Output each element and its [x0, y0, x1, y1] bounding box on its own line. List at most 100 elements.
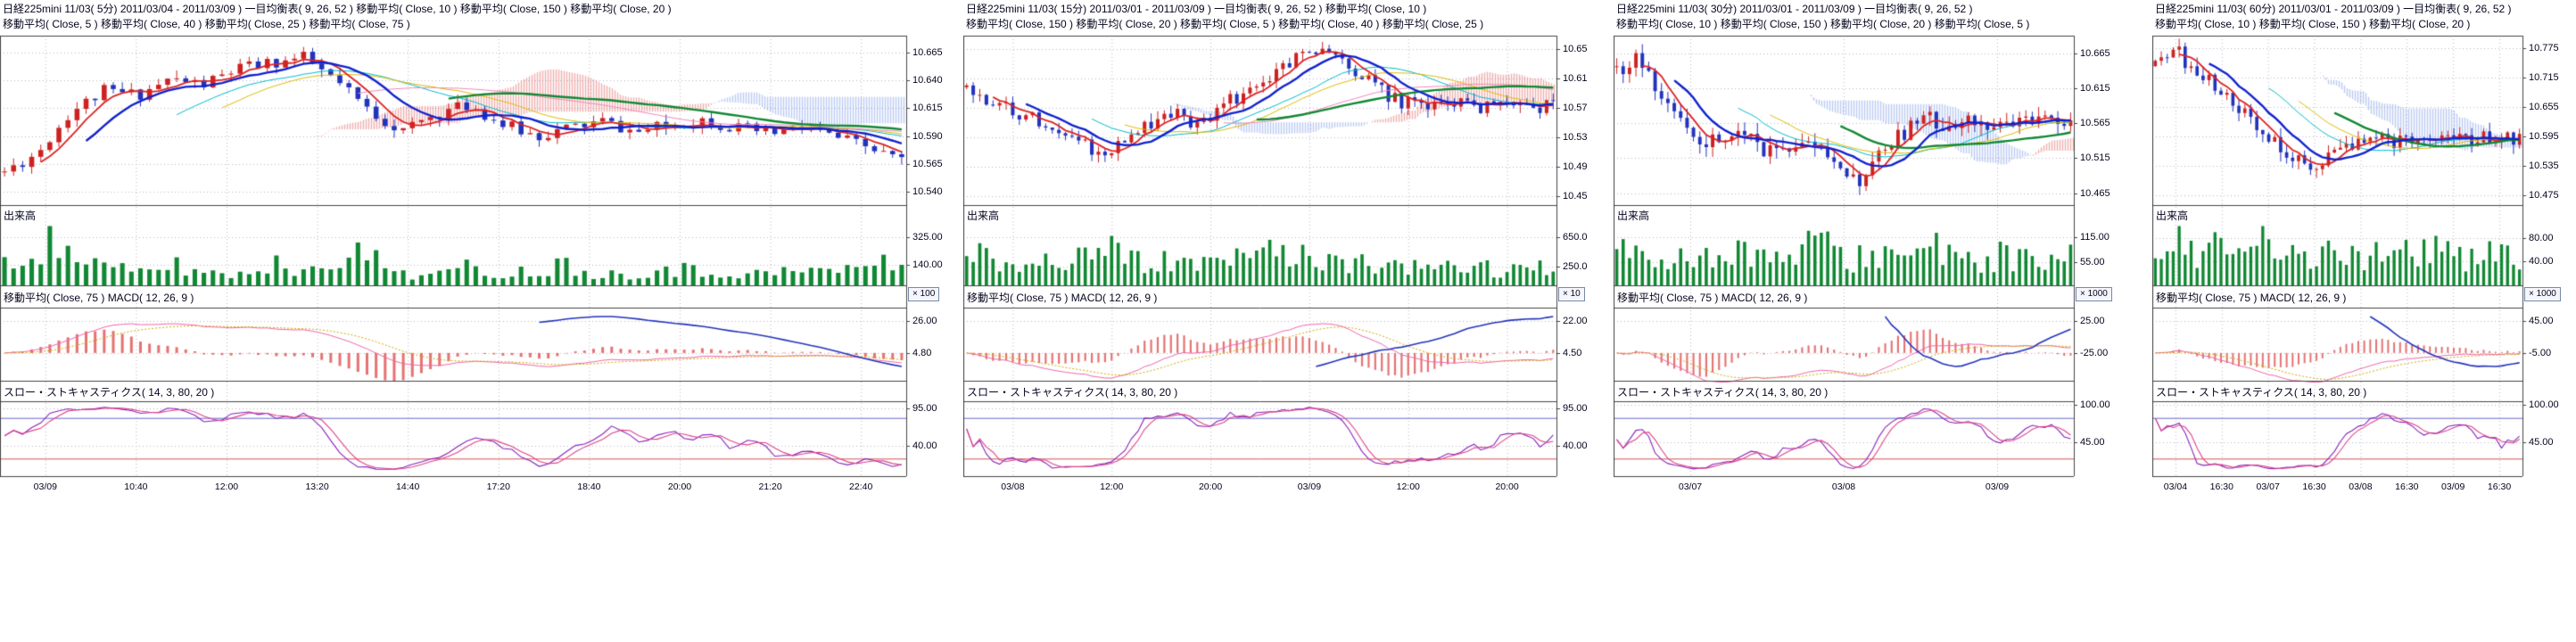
- macd-axis-label: 22.00: [1563, 316, 1588, 326]
- macd-axis-label: -5.00: [2529, 348, 2551, 358]
- price-axis-label: 10.590: [912, 131, 943, 142]
- x-axis-label: 12:00: [1388, 482, 1429, 492]
- chart-workspace: 日経225mini 11/03( 5分) 2011/03/04 - 2011/0…: [0, 0, 2576, 642]
- volume-section-label: 出来高: [4, 208, 36, 223]
- price-axis-label: 10.565: [2080, 118, 2110, 128]
- x-axis-label: 03/07: [1670, 482, 1711, 492]
- price-axis-label: 10.465: [2080, 188, 2110, 199]
- x-axis-label: 10:40: [115, 482, 156, 492]
- macd-axis-label: 25.00: [2080, 316, 2105, 326]
- volume-axis-label: 55.00: [2080, 257, 2105, 268]
- x-axis-label: 03/08: [1823, 482, 1864, 492]
- price-axis-label: 10.475: [2529, 190, 2559, 201]
- chart-plot-canvas[interactable]: [1614, 0, 2127, 499]
- macd-section-label: 移動平均( Close, 75 ) MACD( 12, 26, 9 ): [967, 290, 1157, 305]
- x-axis-label: 18:40: [568, 482, 609, 492]
- chart-header-line2: 移動平均( Close, 10 ) 移動平均( Close, 150 ) 移動平…: [2155, 17, 2523, 32]
- price-axis-label: 10.57: [1563, 103, 1588, 113]
- x-axis-label: 03/08: [992, 482, 1033, 492]
- x-axis-label: 03/04: [2155, 482, 2196, 492]
- x-axis-label: 16:30: [2294, 482, 2335, 492]
- price-axis-label: 10.665: [912, 47, 943, 58]
- macd-axis-label: 26.00: [912, 316, 937, 326]
- volume-scale-badge: × 1000: [2076, 287, 2112, 301]
- volume-section-label: 出来高: [2156, 208, 2188, 223]
- stoch-axis-label: 100.00: [2080, 399, 2110, 410]
- x-axis-label: 12:00: [1091, 482, 1132, 492]
- x-axis-label: 03/07: [2248, 482, 2289, 492]
- price-axis-label: 10.49: [1563, 161, 1588, 172]
- macd-section-label: 移動平均( Close, 75 ) MACD( 12, 26, 9 ): [1617, 290, 1807, 305]
- x-axis-label: 20:00: [1190, 482, 1231, 492]
- price-axis-label: 10.775: [2529, 43, 2559, 54]
- volume-axis-label: 250.0: [1563, 261, 1588, 272]
- price-axis-label: 10.615: [2080, 83, 2110, 94]
- x-axis-label: 03/08: [2340, 482, 2381, 492]
- x-axis-label: 03/09: [2432, 482, 2473, 492]
- volume-axis-label: 80.00: [2529, 233, 2554, 243]
- price-axis-label: 10.640: [912, 75, 943, 86]
- stoch-axis-label: 95.00: [912, 403, 937, 414]
- stoch-section-label: スロー・ストキャスティクス( 14, 3, 80, 20 ): [1617, 384, 1828, 399]
- volume-axis-label: 115.00: [2080, 232, 2110, 243]
- price-axis-label: 10.45: [1563, 191, 1588, 202]
- x-axis-label: 03/09: [1289, 482, 1330, 492]
- x-axis-label: 16:30: [2479, 482, 2520, 492]
- stoch-axis-label: 45.00: [2529, 437, 2554, 448]
- stoch-axis-label: 40.00: [1563, 440, 1588, 451]
- x-axis-label: 12:00: [206, 482, 247, 492]
- price-axis-label: 10.655: [2529, 102, 2559, 112]
- stoch-axis-label: 95.00: [1563, 403, 1588, 414]
- stoch-axis-label: 100.00: [2529, 399, 2559, 410]
- chart-header-line1: 日経225mini 11/03( 5分) 2011/03/04 - 2011/0…: [3, 2, 907, 17]
- stoch-section-label: スロー・ストキャスティクス( 14, 3, 80, 20 ): [967, 384, 1177, 399]
- macd-axis-label: 45.00: [2529, 316, 2554, 326]
- x-axis-label: 14:40: [387, 482, 428, 492]
- price-axis-label: 10.595: [2529, 131, 2559, 142]
- x-axis-label: 21:20: [750, 482, 791, 492]
- price-axis-label: 10.61: [1563, 73, 1588, 84]
- x-axis-label: 22:40: [840, 482, 881, 492]
- x-axis-label: 17:20: [478, 482, 519, 492]
- chart-panel: 日経225mini 11/03( 5分) 2011/03/04 - 2011/0…: [0, 0, 960, 499]
- x-axis-label: 16:30: [2386, 482, 2427, 492]
- chart-header-line1: 日経225mini 11/03( 15分) 2011/03/01 - 2011/…: [966, 2, 1557, 17]
- chart-header-line1: 日経225mini 11/03( 30分) 2011/03/01 - 2011/…: [1616, 2, 2075, 17]
- price-axis-label: 10.535: [2529, 160, 2559, 171]
- stoch-axis-label: 40.00: [912, 440, 937, 451]
- volume-section-label: 出来高: [1617, 208, 1649, 223]
- x-axis-label: 03/09: [1977, 482, 2018, 492]
- volume-section-label: 出来高: [967, 208, 999, 223]
- volume-scale-badge: × 10: [1558, 287, 1585, 301]
- price-axis-label: 10.615: [912, 103, 943, 113]
- chart-plot-canvas[interactable]: [0, 0, 960, 499]
- price-axis-label: 10.715: [2529, 72, 2559, 83]
- price-axis-label: 10.53: [1563, 132, 1588, 143]
- chart-header-line2: 移動平均( Close, 5 ) 移動平均( Close, 40 ) 移動平均(…: [3, 17, 907, 32]
- chart-plot-canvas[interactable]: [963, 0, 1610, 499]
- x-axis-label: 20:00: [659, 482, 700, 492]
- price-axis-label: 10.515: [2080, 152, 2110, 163]
- volume-axis-label: 140.00: [912, 259, 943, 270]
- chart-header-line2: 移動平均( Close, 10 ) 移動平均( Close, 150 ) 移動平…: [1616, 17, 2075, 32]
- stoch-section-label: スロー・ストキャスティクス( 14, 3, 80, 20 ): [2156, 384, 2366, 399]
- chart-panel: 日経225mini 11/03( 15分) 2011/03/01 - 2011/…: [963, 0, 1610, 499]
- volume-axis-label: 325.00: [912, 232, 943, 243]
- chart-plot-canvas[interactable]: [2152, 0, 2576, 499]
- price-axis-label: 10.540: [912, 186, 943, 197]
- macd-section-label: 移動平均( Close, 75 ) MACD( 12, 26, 9 ): [4, 290, 194, 305]
- x-axis-label: 13:20: [297, 482, 338, 492]
- chart-header-line2: 移動平均( Close, 150 ) 移動平均( Close, 20 ) 移動平…: [966, 17, 1557, 32]
- stoch-section-label: スロー・ストキャスティクス( 14, 3, 80, 20 ): [4, 384, 214, 399]
- x-axis-label: 03/09: [25, 482, 66, 492]
- volume-scale-badge: × 1000: [2524, 287, 2561, 301]
- macd-axis-label: 4.50: [1563, 348, 1581, 358]
- volume-scale-badge: × 100: [908, 287, 939, 301]
- stoch-axis-label: 45.00: [2080, 437, 2105, 448]
- chart-panel: 日経225mini 11/03( 60分) 2011/03/01 - 2011/…: [2152, 0, 2576, 499]
- price-axis-label: 10.565: [912, 159, 943, 169]
- price-axis-label: 10.65: [1563, 44, 1588, 54]
- volume-axis-label: 650.0: [1563, 232, 1588, 243]
- x-axis-label: 16:30: [2201, 482, 2242, 492]
- x-axis-label: 20:00: [1487, 482, 1528, 492]
